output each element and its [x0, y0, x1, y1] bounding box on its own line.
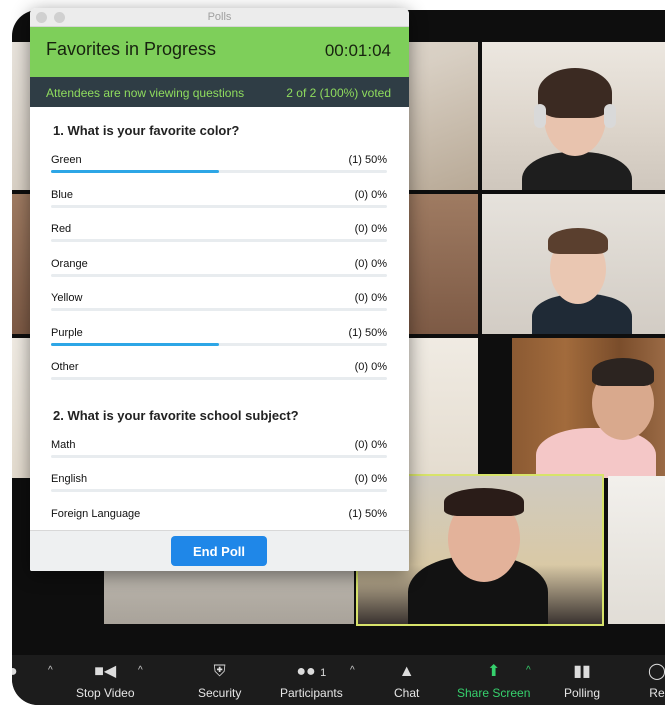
question-title: 1. What is your favorite color? [53, 123, 240, 138]
chevron-up-icon[interactable]: ^ [138, 665, 143, 676]
poll-timer: 00:01:04 [324, 41, 391, 60]
answer-option: English (0) 0% [51, 465, 387, 500]
headphones-icon [604, 104, 616, 128]
result-bar-track [51, 273, 387, 277]
participant-body [522, 152, 632, 190]
result-bar-track [51, 204, 387, 208]
answer-option: Yellow (0) 0% [51, 284, 387, 319]
share-screen-icon: ⬆ [486, 663, 501, 680]
poll-voted-count: 2 of 2 (100%) voted [286, 86, 391, 100]
question-title: 2. What is your favorite school subject? [53, 407, 299, 423]
poll-status-text: Attendees are now viewing questions [46, 86, 245, 100]
bar-chart-icon: ▮▮ [573, 663, 591, 680]
security-button[interactable]: ⛨ Security [198, 661, 241, 700]
stop-video-button[interactable]: ■◀ Stop Video [76, 661, 135, 700]
chevron-up-icon[interactable]: ^ [350, 665, 355, 676]
window-title: Polls [207, 11, 232, 23]
share-screen-button[interactable]: ⬆ Share Screen [457, 661, 530, 700]
answer-option: Green (1) 50% [51, 146, 387, 181]
result-bar-track [51, 489, 387, 492]
answer-option: Purple (1) 50% [51, 319, 387, 354]
microphone-icon: ● [12, 663, 18, 680]
participant-hair [592, 358, 654, 386]
close-window-button[interactable] [36, 12, 47, 23]
result-bar [51, 170, 219, 173]
participants-button[interactable]: ●● 1 Participants [280, 661, 343, 700]
participants-count: 1 [320, 667, 327, 679]
answer-option: Foreign Language (1) 50% [51, 500, 387, 523]
answer-option: Orange (0) 0% [51, 250, 387, 285]
shield-icon: ⛨ [213, 663, 226, 680]
poll-footer: End Poll [30, 530, 409, 571]
video-tile[interactable] [512, 338, 665, 478]
video-tile[interactable] [482, 194, 665, 334]
result-bar-track [51, 170, 387, 173]
polling-button[interactable]: ▮▮ Polling [564, 661, 600, 700]
participants-icon: ●● 1 [296, 663, 327, 680]
headphones-icon [534, 104, 546, 128]
video-tile[interactable] [482, 42, 665, 190]
meeting-toolbar: ● e ^ ■◀ Stop Video ^ ⛨ Security ●● 1 Pa… [12, 655, 665, 705]
record-icon: ◯ [648, 663, 665, 680]
answer-option: Other (0) 0% [51, 353, 387, 388]
chat-bubble-icon: ▲ [398, 663, 415, 680]
video-camera-icon: ■◀ [94, 663, 117, 680]
end-poll-button[interactable]: End Poll [171, 536, 267, 566]
minimize-window-button[interactable] [54, 12, 65, 23]
poll-title: Favorites in Progress [46, 39, 217, 59]
result-bar-track [51, 308, 387, 311]
chat-button[interactable]: ▲ Chat [394, 661, 419, 700]
answer-option: Blue (0) 0% [51, 181, 387, 216]
poll-header: Favorites in Progress 00:01:04 [30, 27, 409, 77]
answer-option: Red (0) 0% [51, 215, 387, 250]
poll-status-bar: Attendees are now viewing questions 2 of… [30, 77, 409, 107]
participant-hair [444, 488, 524, 516]
answer-option: Math (0) 0% [51, 431, 387, 466]
result-bar-track [51, 239, 387, 242]
chevron-up-icon[interactable]: ^ [526, 665, 531, 676]
record-button[interactable]: ◯ Re [648, 661, 665, 700]
poll-results[interactable]: 1. What is your favorite color? Green (1… [30, 107, 409, 522]
result-bar [51, 342, 219, 346]
video-tile[interactable] [608, 476, 665, 624]
result-bar-track [51, 377, 387, 380]
result-bar-track [51, 342, 387, 346]
result-bar-track [51, 454, 387, 458]
mute-button[interactable]: ● e [12, 661, 18, 700]
participant-hair [538, 68, 612, 118]
participant-hair [548, 228, 608, 254]
chevron-up-icon[interactable]: ^ [48, 665, 53, 676]
polls-titlebar[interactable]: Polls [30, 8, 409, 27]
polls-window: Polls Favorites in Progress 00:01:04 Att… [30, 8, 409, 571]
participant-body [536, 428, 656, 478]
